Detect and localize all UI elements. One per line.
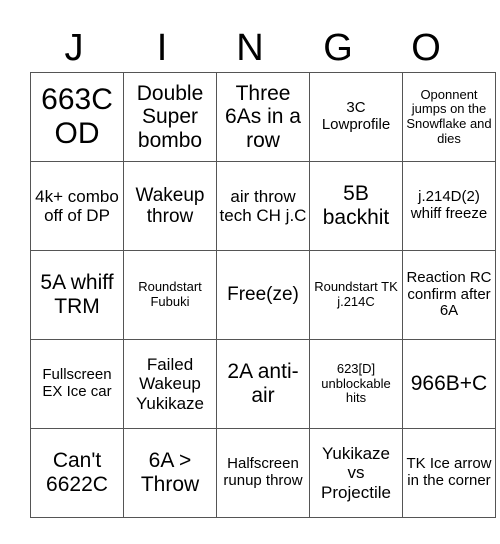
bingo-cell[interactable]: Halfscreen runup throw xyxy=(216,428,310,518)
header-letter-i: I xyxy=(156,27,168,69)
bingo-cell[interactable]: Can't 6622C xyxy=(30,428,124,518)
bingo-header: J I N G O xyxy=(30,24,470,72)
bingo-cell[interactable]: 5B backhit xyxy=(309,161,403,251)
header-letter-n: N xyxy=(236,27,264,69)
bingo-cell[interactable]: Failed Wakeup Yukikaze xyxy=(123,339,217,429)
bingo-cell[interactable]: Oponnent jumps on the Snowflake and dies xyxy=(402,72,496,162)
bingo-cell[interactable]: 6A > Throw xyxy=(123,428,217,518)
header-letter-g: G xyxy=(323,27,353,69)
bingo-row: 5A whiff TRM Roundstart Fubuki Free(ze) Rou… xyxy=(30,250,496,340)
bingo-cell[interactable]: Roundstart TK j.214C xyxy=(309,250,403,340)
bingo-cell[interactable]: 2A anti-air xyxy=(216,339,310,429)
bingo-grid: 663C OD Double Super bombo Three 6As in a … xyxy=(30,72,496,518)
bingo-cell[interactable]: Reaction RC confirm after 6A xyxy=(402,250,496,340)
bingo-row: Can't 6622C 6A > Throw Halfscreen runup th… xyxy=(30,428,496,518)
bingo-cell[interactable]: Fullscreen EX Ice car xyxy=(30,339,124,429)
bingo-cell[interactable]: 966B+C xyxy=(402,339,496,429)
bingo-cell[interactable]: Yukikaze vs Projectile xyxy=(309,428,403,518)
header-letter-j: J xyxy=(64,27,84,69)
bingo-row: Fullscreen EX Ice car Failed Wakeup Yukik… xyxy=(30,339,496,429)
bingo-row: 663C OD Double Super bombo Three 6As in a … xyxy=(30,72,496,162)
bingo-cell[interactable]: 4k+ combo off of DP xyxy=(30,161,124,251)
bingo-cell[interactable]: Double Super bombo xyxy=(123,72,217,162)
bingo-cell[interactable]: air throw tech CH j.C xyxy=(216,161,310,251)
bingo-cell[interactable]: Wakeup throw xyxy=(123,161,217,251)
bingo-cell[interactable]: Three 6As in a row xyxy=(216,72,310,162)
bingo-cell[interactable]: j.214D(2) whiff freeze xyxy=(402,161,496,251)
bingo-cell[interactable]: 663C OD xyxy=(30,72,124,162)
bingo-cell[interactable]: 623[D] unblockable hits xyxy=(309,339,403,429)
header-letter-o: O xyxy=(411,27,441,69)
bingo-cell[interactable]: Free(ze) xyxy=(216,250,310,340)
bingo-cell[interactable]: 5A whiff TRM xyxy=(30,250,124,340)
bingo-row: 4k+ combo off of DP Wakeup throw air throw… xyxy=(30,161,496,251)
bingo-cell[interactable]: 3C Lowprofile xyxy=(309,72,403,162)
bingo-cell[interactable]: Roundstart Fubuki xyxy=(123,250,217,340)
bingo-cell[interactable]: TK Ice arrow in the corner xyxy=(402,428,496,518)
